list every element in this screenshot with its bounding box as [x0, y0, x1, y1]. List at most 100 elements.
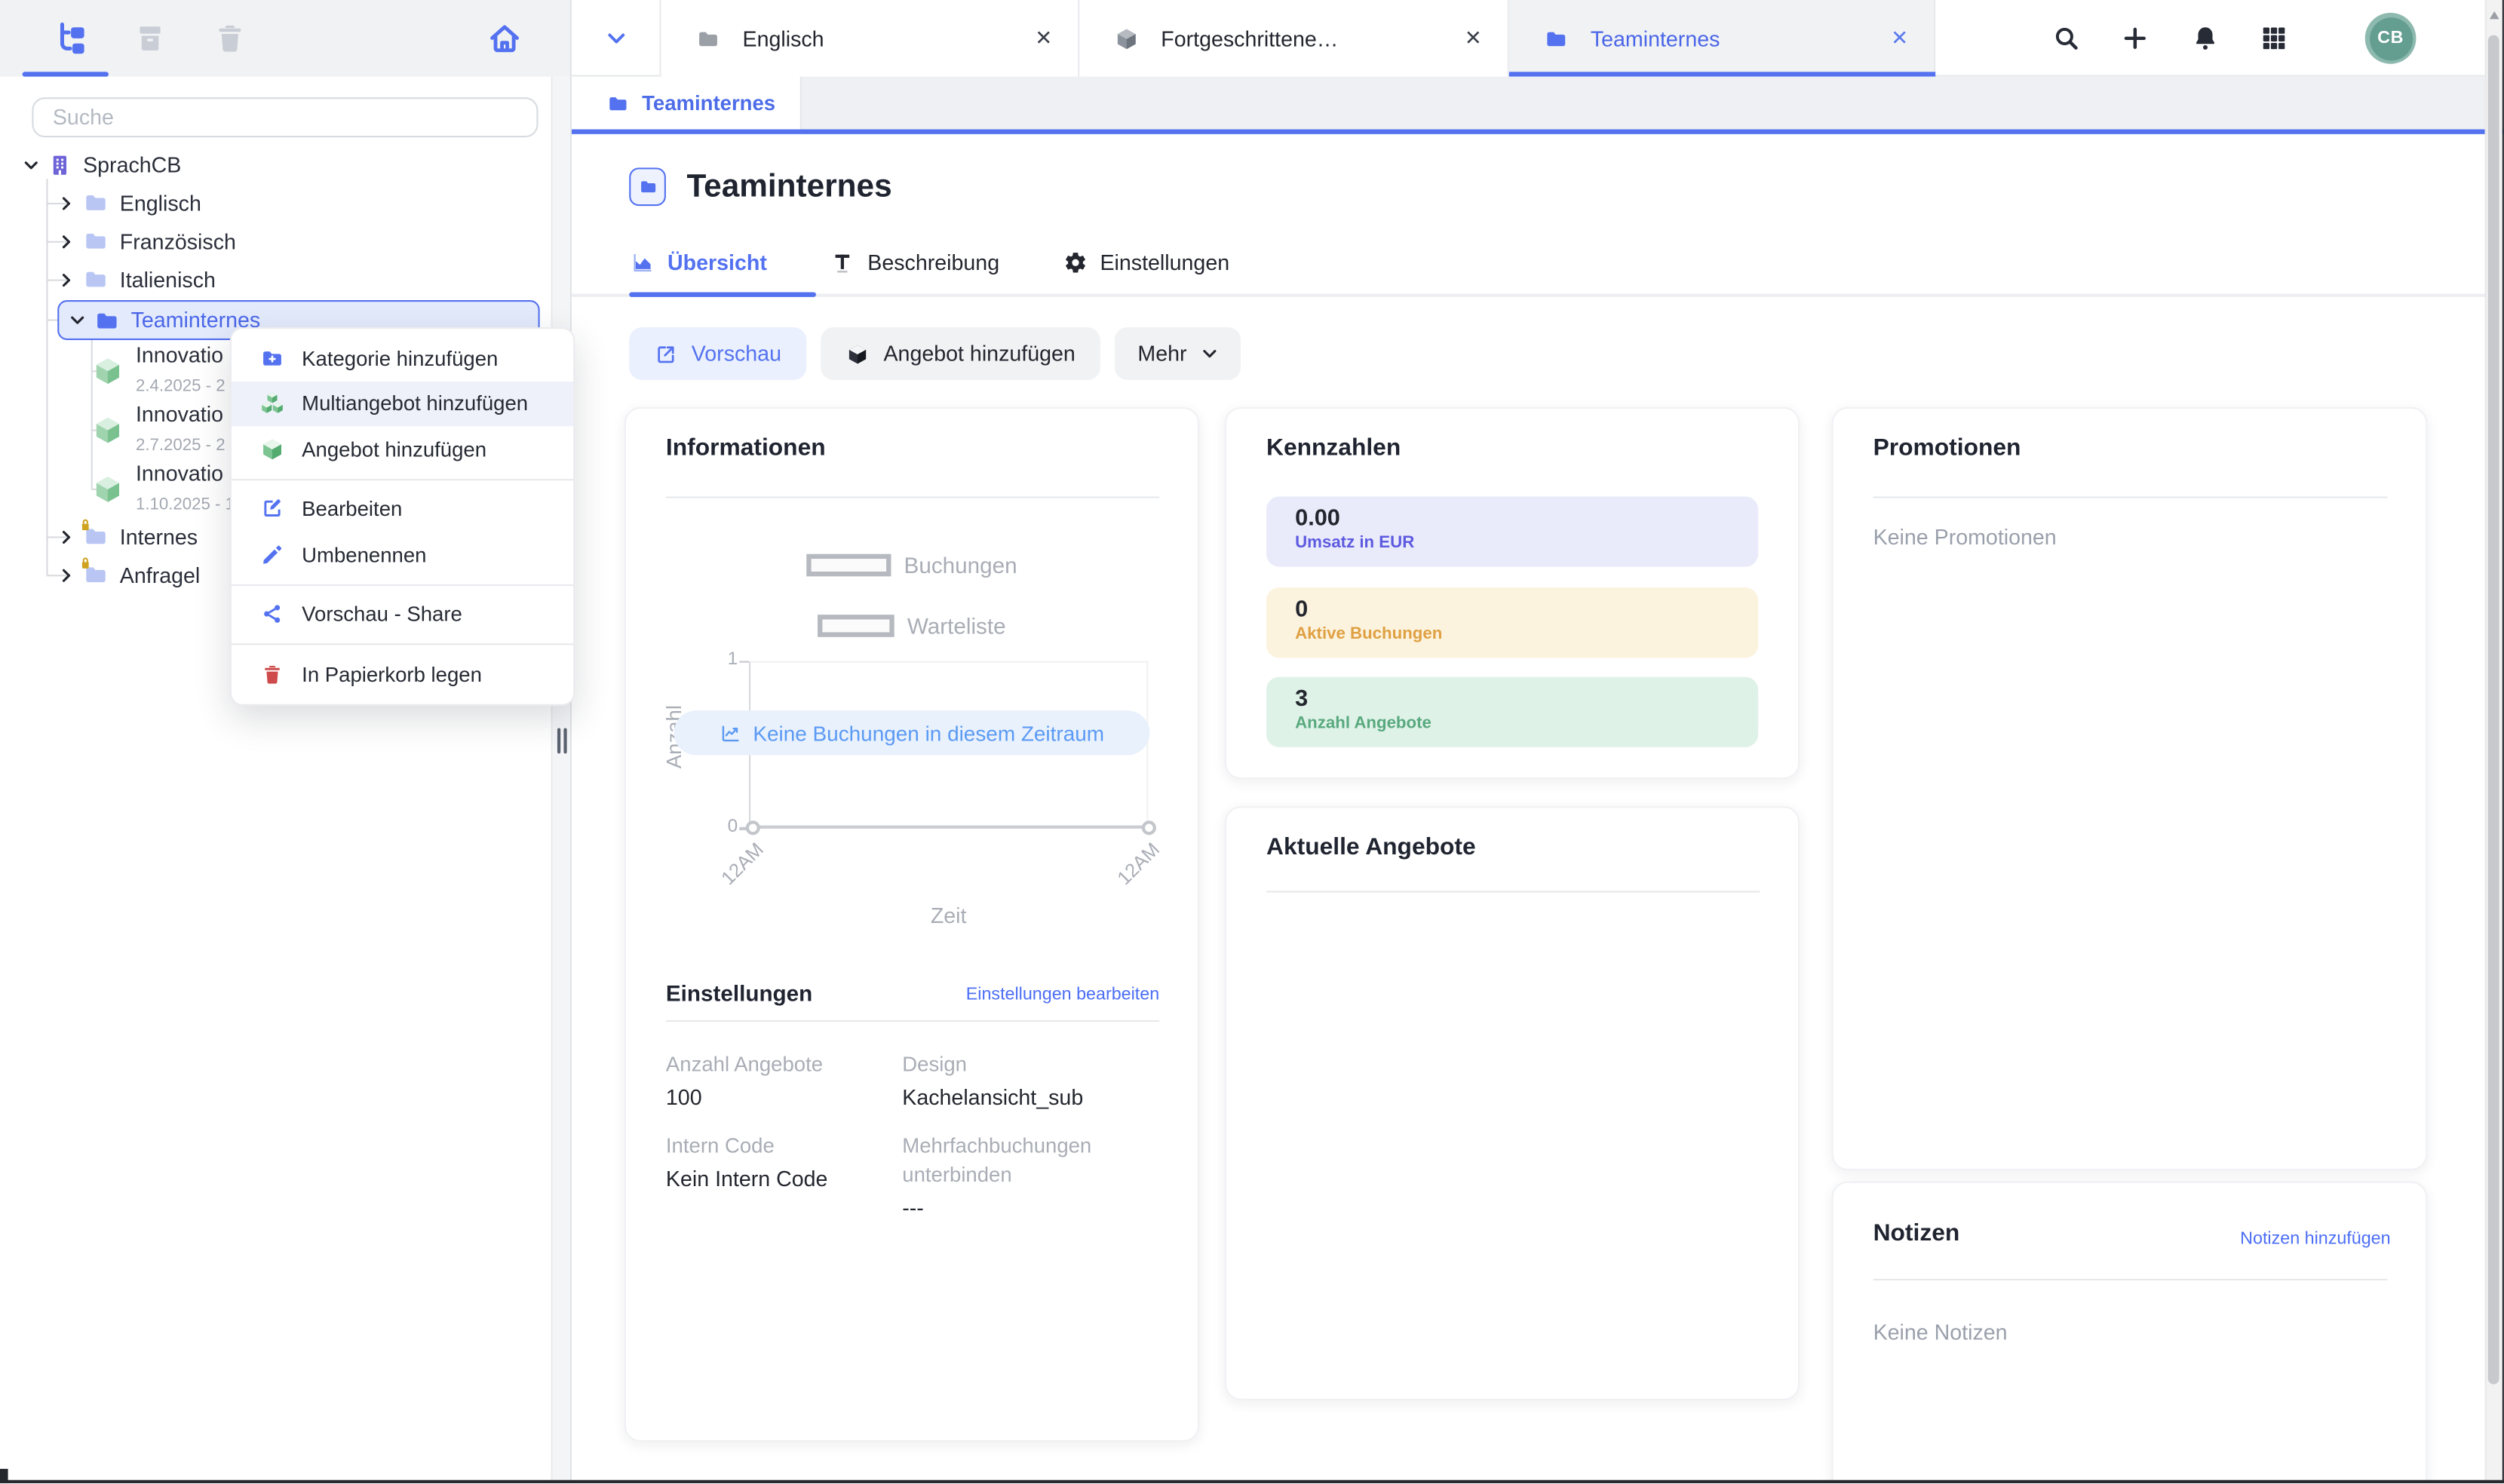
field-label: Mehrfachbuchungen unterbinden: [902, 1133, 1125, 1188]
folder-plus-icon: [260, 346, 284, 370]
app-window: SprachCB Englisch Französisch Italienisc…: [0, 0, 2504, 1483]
tree-node-englisch[interactable]: Englisch: [57, 183, 201, 222]
tree-offer-item[interactable]: Innovatio 2.7.2025 - 2: [93, 400, 232, 458]
chevron-right-icon[interactable]: [57, 194, 83, 211]
tree-node-root[interactable]: SprachCB: [23, 146, 182, 184]
bell-icon[interactable]: [2191, 24, 2220, 53]
preview-button[interactable]: Vorschau: [629, 327, 807, 380]
tab-label: Übersicht: [667, 250, 767, 274]
card-promotionen: Promotionen Keine Promotionen: [1832, 407, 2428, 1170]
offer-dates: 1.10.2025 - 1: [136, 495, 232, 514]
tabstrip-collapse-button[interactable]: [572, 0, 661, 77]
tree-node-italienisch[interactable]: Italienisch: [57, 260, 216, 299]
tree-node-internes[interactable]: Internes: [57, 517, 203, 556]
plus-icon[interactable]: [2121, 24, 2150, 53]
more-button[interactable]: Mehr: [1115, 327, 1241, 380]
chart-empty-overlay: Keine Buchungen in diesem Zeitraum: [674, 710, 1150, 755]
stat-label: Umsatz in EUR: [1295, 533, 1758, 554]
field-mehrfachbuchungen: Mehrfachbuchungen unterbinden ---: [902, 1133, 1125, 1224]
sidebar-resize-gutter[interactable]: [551, 77, 572, 1483]
tab-label: Englisch: [743, 26, 1016, 51]
legend-label: Warteliste: [907, 613, 1006, 639]
menu-item-label: In Papierkorb legen: [302, 662, 482, 686]
sidebar-toolbar: [0, 0, 572, 77]
tree-node-anfragel[interactable]: Anfragel: [57, 556, 203, 594]
search-icon[interactable]: [2052, 24, 2081, 53]
folder-icon: [94, 308, 120, 333]
resize-handle[interactable]: [563, 728, 566, 753]
tab-fortgeschrittene[interactable]: Fortgeschrittene… ✕: [1079, 0, 1509, 77]
search-input[interactable]: [32, 97, 538, 137]
tab-beschreibung[interactable]: Beschreibung: [831, 250, 1000, 274]
tab-englisch[interactable]: Englisch ✕: [661, 0, 1080, 77]
field-value: Kein Intern Code: [666, 1166, 902, 1196]
offer-dates: 2.7.2025 - 2: [136, 436, 226, 455]
window-edge-bottom: [0, 1479, 2504, 1483]
folder-icon: [1544, 26, 1568, 51]
menu-item-kategorie-hinzufuegen[interactable]: Kategorie hinzufügen: [232, 336, 573, 381]
breadcrumb-label: Teaminternes: [642, 91, 775, 115]
add-offer-button[interactable]: Angebot hinzufügen: [821, 327, 1101, 380]
button-label: Vorschau: [692, 342, 781, 366]
field-design: Design Kachelansicht_sub: [902, 1050, 1164, 1114]
tab-uebersicht[interactable]: Übersicht: [631, 250, 767, 274]
context-menu: Kategorie hinzufügen Multiangebot hinzuf…: [230, 327, 575, 705]
stat-label: Aktive Buchungen: [1295, 624, 1758, 645]
add-note-link[interactable]: Notizen hinzufügen: [2240, 1229, 2390, 1248]
menu-item-label: Bearbeiten: [302, 497, 402, 521]
edit-settings-link[interactable]: Einstellungen bearbeiten: [966, 985, 1159, 1004]
tree-offer-item[interactable]: Innovatio 1.10.2025 - 1: [93, 460, 232, 517]
cube-icon: [93, 414, 123, 444]
chart-data-point: [1141, 820, 1155, 834]
edit-icon: [260, 497, 284, 521]
card-title: Kennzahlen: [1266, 434, 1401, 461]
legend-warteliste[interactable]: Warteliste: [626, 613, 1198, 639]
folder-lock-icon: [83, 523, 109, 549]
tree-node-label: SprachCB: [83, 152, 181, 176]
close-icon[interactable]: ✕: [1891, 26, 1908, 51]
tab-einstellungen[interactable]: Einstellungen: [1063, 250, 1229, 274]
chart-x-tick: 12AM: [702, 839, 768, 904]
settings-fields: Anzahl Angebote 100 Design Kachelansicht…: [666, 1050, 1165, 1224]
stat-anzahl-angebote: 3 Anzahl Angebote: [1266, 677, 1758, 747]
menu-item-bearbeiten[interactable]: Bearbeiten: [232, 486, 573, 532]
offer-dates: 2.4.2025 - 2: [136, 377, 226, 396]
accent-divider: [572, 130, 2504, 135]
menu-item-in-papierkorb-legen[interactable]: In Papierkorb legen: [232, 652, 573, 697]
resize-handle[interactable]: [557, 728, 560, 753]
tree-offer-item[interactable]: Innovatio 2.4.2025 - 2: [93, 342, 232, 399]
archive-icon[interactable]: [133, 21, 168, 57]
folder-lock-icon: [83, 562, 109, 587]
menu-item-umbenennen[interactable]: Umbenennen: [232, 532, 573, 577]
chart-line-icon: [720, 722, 741, 744]
legend-label: Buchungen: [904, 553, 1017, 578]
page-title: Teaminternes: [686, 169, 891, 206]
menu-item-multiangebot-hinzufuegen[interactable]: Multiangebot hinzufügen: [232, 381, 573, 426]
tree-view-icon[interactable]: [53, 21, 88, 57]
field-label: Intern Code: [666, 1133, 902, 1161]
chevron-down-icon[interactable]: [69, 311, 94, 329]
tree-node-franzoesisch[interactable]: Französisch: [57, 222, 236, 260]
scrollbar-up-arrow[interactable]: [2489, 11, 2499, 20]
menu-item-angebot-hinzufuegen[interactable]: Angebot hinzufügen: [232, 426, 573, 471]
offer-title: Innovatio: [136, 343, 223, 367]
action-buttons: Vorschau Angebot hinzufügen Mehr: [629, 327, 1241, 380]
chevron-down-icon[interactable]: [23, 155, 48, 173]
folder-icon: [83, 228, 109, 254]
close-icon[interactable]: ✕: [1465, 26, 1482, 51]
pen-icon: [260, 542, 284, 566]
breadcrumb[interactable]: Teaminternes: [572, 77, 802, 130]
trash-icon[interactable]: [213, 21, 248, 57]
menu-item-vorschau-share[interactable]: Vorschau - Share: [232, 591, 573, 636]
legend-buchungen[interactable]: Buchungen: [626, 553, 1198, 578]
chevron-right-icon[interactable]: [57, 232, 83, 250]
chevron-right-icon[interactable]: [57, 271, 83, 288]
card-kennzahlen: Kennzahlen 0.00 Umsatz in EUR 0 Aktive B…: [1225, 407, 1800, 779]
home-icon[interactable]: [487, 21, 523, 57]
avatar[interactable]: CB: [2365, 13, 2417, 64]
tab-teaminternes[interactable]: Teaminternes ✕: [1509, 0, 1935, 77]
grid-icon[interactable]: [2260, 24, 2288, 53]
close-icon[interactable]: ✕: [1035, 26, 1052, 51]
folder-icon: [83, 267, 109, 293]
scrollbar-thumb[interactable]: [2488, 35, 2499, 1384]
